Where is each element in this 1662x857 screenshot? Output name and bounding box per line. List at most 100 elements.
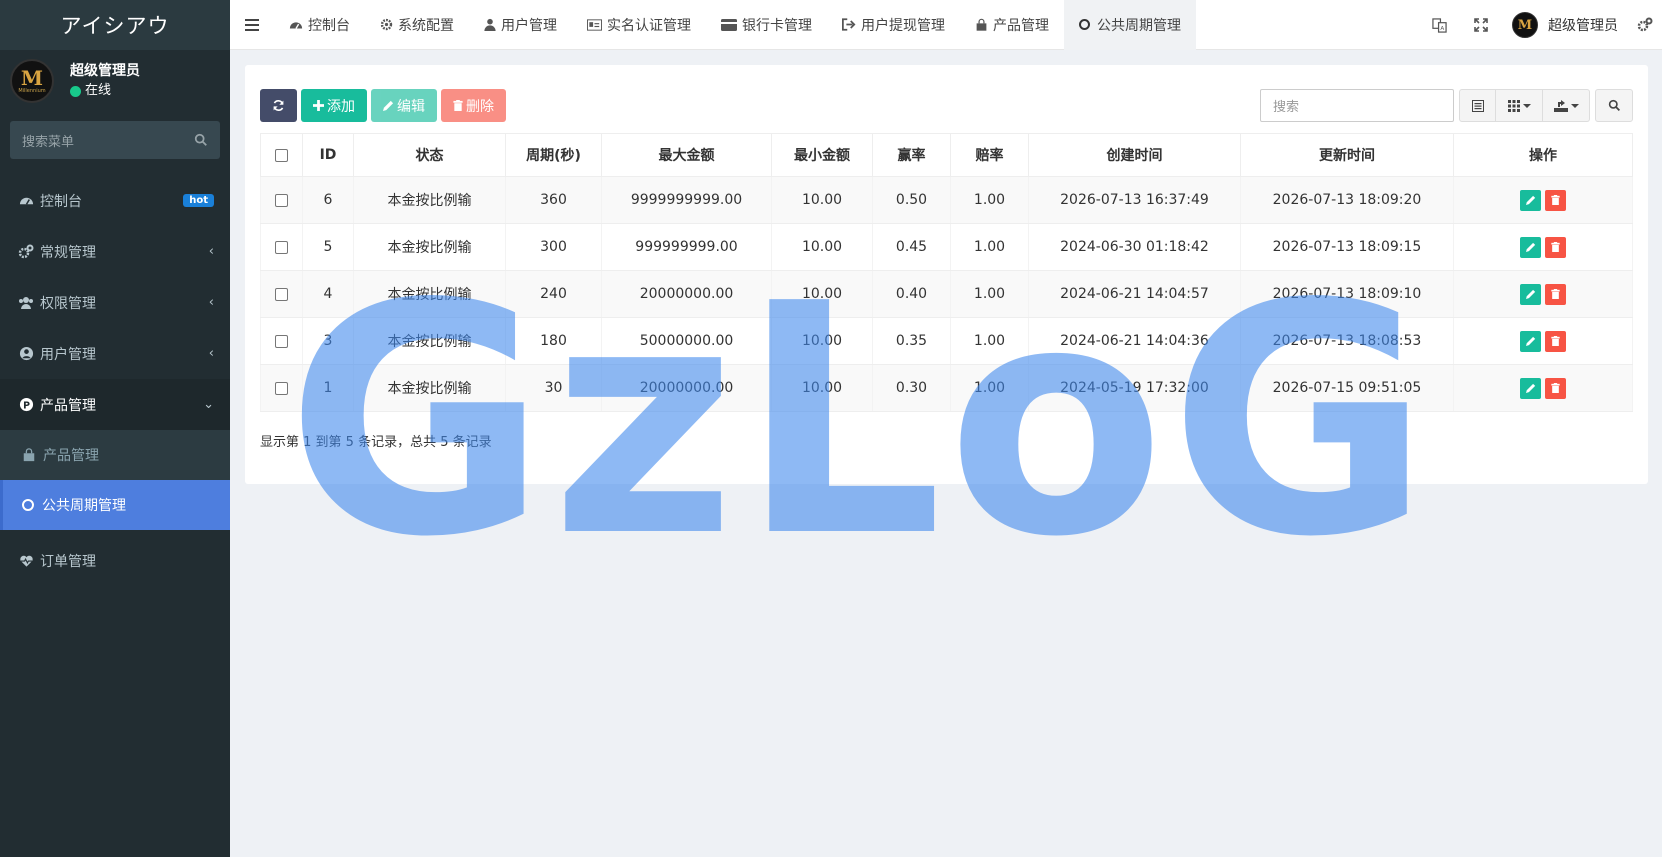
row-checkbox[interactable] [275,287,288,301]
menu-search-input[interactable]: 搜索菜单 [10,121,220,159]
plus-icon [313,100,324,111]
columns-button[interactable] [1496,89,1543,122]
col-header[interactable]: 更新时间 [1240,133,1454,177]
sidebar-item-permissions[interactable]: 权限管理 ‹ [0,277,230,328]
add-button[interactable]: 添加 [301,89,367,122]
col-header[interactable]: 最小金额 [771,133,873,177]
table-right-tools: 搜索 [1260,89,1633,122]
trash-icon [1551,242,1560,252]
sidebar-item-dashboard[interactable]: 控制台 hot [0,175,230,226]
table-row[interactable]: 5 本金按比例输 300 999999999.00 10.00 0.45 1.00 2024-… [260,223,1633,271]
settings-button[interactable] [1628,0,1662,50]
tab-system-config[interactable]: 系统配置 [365,0,469,50]
table-row[interactable]: 1 本金按比例输 30 20000000.00 10.00 0.30 1.00 2024-05… [260,364,1633,412]
products-submenu: 产品管理 公共周期管理 [0,430,230,530]
table-cell: 2026-07-13 18:09:20 [1240,176,1454,224]
hot-badge: hot [183,194,214,207]
translate-icon: A [1431,17,1447,33]
sidebar-subitem-products[interactable]: 产品管理 [0,430,230,480]
row-select-cell [260,317,303,365]
product-p-icon: P [18,397,34,413]
row-delete-button[interactable] [1545,283,1566,305]
id-card-icon [587,18,602,31]
tab-public-cycle[interactable]: 公共周期管理 [1064,0,1196,50]
tab-withdrawals[interactable]: 用户提现管理 [827,0,960,50]
table-row[interactable]: 4 本金按比例输 240 20000000.00 10.00 0.40 1.00 2024-0… [260,270,1633,318]
row-checkbox[interactable] [275,240,288,254]
col-header[interactable]: 周期(秒) [505,133,602,177]
top-navbar: 控制台 系统配置 用户管理 实名认证管理 银行卡管理 用户提现管理 产品管理 公… [230,0,1662,50]
menu-toggle-button[interactable] [230,0,274,50]
table-cell: 10.00 [771,364,873,412]
table-cell: 2024-06-21 14:04:57 [1028,270,1241,318]
row-edit-button[interactable] [1520,189,1541,211]
tab-bank-card[interactable]: 银行卡管理 [706,0,827,50]
delete-button[interactable]: 删除 [441,89,506,122]
row-edit-button[interactable] [1520,283,1541,305]
chevron-down-icon: ⌄ [203,397,214,412]
tab-user-management[interactable]: 用户管理 [469,0,572,50]
table-header-row: ID 状态 周期(秒) 最大金额 最小金额 赢率 赔率 创建时间 更新时间 操作 [260,133,1633,177]
translate-button[interactable]: A [1418,0,1460,50]
table-row[interactable]: 6 本金按比例输 360 9999999999.00 10.00 0.50 1.00 2026… [260,176,1633,224]
fullscreen-button[interactable] [1460,0,1502,50]
row-delete-button[interactable] [1545,330,1566,352]
row-edit-button[interactable] [1520,377,1541,399]
row-edit-button[interactable] [1520,330,1541,352]
trash-icon [1551,336,1560,346]
table-cell: 1.00 [950,223,1029,271]
row-delete-button[interactable] [1545,236,1566,258]
table-cell: 10.00 [771,176,873,224]
row-delete-button[interactable] [1545,189,1566,211]
caret-down-icon [1570,103,1579,108]
edit-button[interactable]: 编辑 [371,89,437,122]
col-header[interactable]: 创建时间 [1028,133,1241,177]
advanced-search-button[interactable] [1595,89,1633,122]
tab-dashboard[interactable]: 控制台 [274,0,365,50]
export-button[interactable] [1543,89,1590,122]
row-actions [1453,223,1633,271]
sidebar-item-general[interactable]: 常规管理 ‹ [0,226,230,277]
refresh-button[interactable] [260,89,297,122]
sidebar-item-orders[interactable]: 订单管理 [0,535,230,586]
toggle-view-button[interactable] [1459,89,1496,122]
table-cell: 0.50 [872,176,951,224]
pencil-icon [1525,289,1535,299]
row-checkbox[interactable] [275,381,288,395]
view-tools [1459,89,1590,122]
row-checkbox[interactable] [275,193,288,207]
table-cell: 999999999.00 [601,223,772,271]
grid-icon [1507,99,1520,112]
col-header[interactable]: 赢率 [872,133,951,177]
tab-products[interactable]: 产品管理 [960,0,1064,50]
table-cell: 0.30 [872,364,951,412]
table-cell: 0.45 [872,223,951,271]
table-cell: 20000000.00 [601,270,772,318]
col-header[interactable]: 赔率 [950,133,1029,177]
table-cell: 2024-06-21 14:04:36 [1028,317,1241,365]
credit-card-icon [721,18,737,31]
tab-real-name-auth[interactable]: 实名认证管理 [572,0,706,50]
table-cell: 本金按比例输 [353,270,506,318]
row-edit-button[interactable] [1520,236,1541,258]
sign-out-icon [842,18,856,31]
top-user-menu[interactable]: M 超级管理员 [1502,12,1628,38]
sidebar-subitem-public-cycle[interactable]: 公共周期管理 [0,480,230,530]
sidebar-item-users[interactable]: 用户管理 ‹ [0,328,230,379]
col-header[interactable]: ID [302,133,354,177]
row-checkbox[interactable] [275,334,288,348]
sidebar-item-products[interactable]: P 产品管理 ⌄ [0,379,230,430]
select-all-checkbox[interactable] [275,148,288,162]
col-header[interactable]: 最大金额 [601,133,772,177]
row-delete-button[interactable] [1545,377,1566,399]
search-icon [194,133,207,146]
brand-logo[interactable]: アイシアウ [0,0,230,50]
row-actions [1453,317,1633,365]
gears-icon [1637,17,1653,32]
col-header[interactable]: 状态 [353,133,506,177]
table-row[interactable]: 3 本金按比例输 180 50000000.00 10.00 0.35 1.00 2024-0… [260,317,1633,365]
table-cell: 0.40 [872,270,951,318]
table-search-input[interactable]: 搜索 [1260,89,1454,122]
chevron-left-icon: ‹ [208,295,214,310]
row-actions [1453,176,1633,224]
